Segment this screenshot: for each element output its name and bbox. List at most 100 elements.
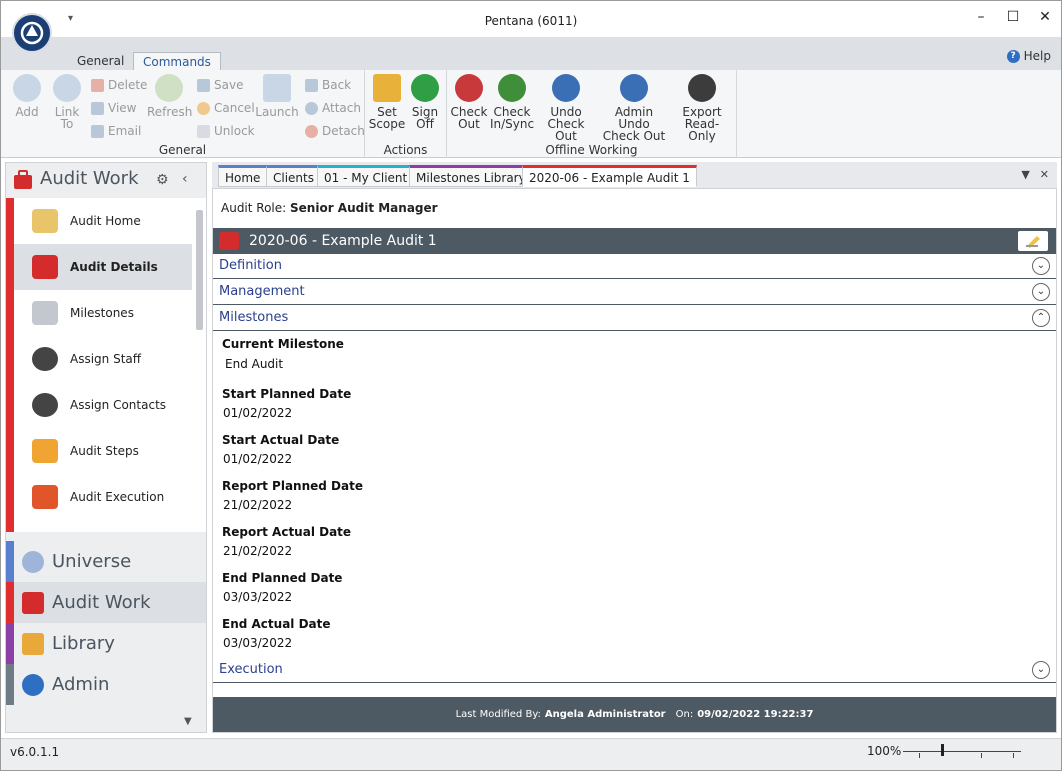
edit-button[interactable] (1018, 231, 1048, 251)
nav-item-audit-steps[interactable]: Audit Steps (14, 428, 192, 474)
edit-icon (1026, 236, 1040, 248)
link-icon (53, 74, 81, 102)
view-button[interactable]: View (91, 99, 136, 117)
end-planned-date-label: End Planned Date (222, 571, 343, 585)
section-management[interactable]: Management ⌄ (213, 280, 1056, 305)
end-planned-date-value: 03/03/2022 (223, 590, 293, 604)
ribbon: Add Link To Delete View Email Refresh Sa… (1, 70, 737, 158)
audit-execution-icon (32, 485, 58, 509)
doc-tab-my-client[interactable]: 01 - My Client (317, 165, 415, 187)
tab-list-dropdown-icon[interactable]: ▼ (1021, 168, 1029, 181)
launch-button[interactable]: Launch (255, 74, 299, 118)
check-out-button[interactable]: Check Out (449, 74, 489, 130)
back-button[interactable]: Back (305, 76, 351, 94)
audit-title: 2020-06 - Example Audit 1 (249, 233, 437, 249)
set-scope-button[interactable]: Set Scope (367, 74, 407, 130)
admin-undo-check-out-button[interactable]: Admin Undo Check Out (599, 74, 669, 142)
title-bar: ▾ Pentana (6011) – ☐ ✕ (1, 1, 1061, 41)
detach-button[interactable]: Detach (305, 122, 365, 140)
doc-tab-clients[interactable]: Clients (266, 165, 321, 187)
nav-item-milestones[interactable]: Milestones (14, 290, 192, 336)
ribbon-tab-commands[interactable]: Commands (133, 52, 221, 72)
nav-section-admin[interactable]: Admin (6, 664, 206, 705)
chevron-down-icon[interactable]: ⌄ (1032, 283, 1050, 301)
audit-briefcase-icon (219, 232, 239, 250)
audit-role-value: Senior Audit Manager (290, 201, 438, 215)
report-actual-date-label: Report Actual Date (222, 525, 352, 539)
ribbon-tab-row: General Commands ? Help (1, 37, 1061, 72)
doc-tab-example-audit[interactable]: 2020-06 - Example Audit 1 (522, 165, 697, 187)
help-label: Help (1023, 49, 1051, 63)
more-sections-icon[interactable]: ▼ (184, 716, 192, 727)
close-tab-icon[interactable]: ✕ (1040, 168, 1049, 181)
refresh-button[interactable]: Refresh (147, 74, 192, 118)
attach-button[interactable]: Attach (305, 99, 361, 117)
chevron-up-icon[interactable]: ⌃ (1032, 309, 1050, 327)
nav-item-audit-home[interactable]: Audit Home (14, 198, 192, 244)
doc-tab-milestones-library[interactable]: Milestones Library (409, 165, 533, 187)
add-icon (13, 74, 41, 102)
audit-role: Audit Role: Senior Audit Manager (221, 201, 438, 215)
report-planned-date-value: 21/02/2022 (223, 498, 293, 512)
nav-header: Audit Work ⚙ ‹ (6, 163, 206, 197)
home-icon (32, 209, 58, 233)
email-button[interactable]: Email (91, 122, 141, 140)
document-tab-bar: Home Clients 01 - My Client Milestones L… (212, 162, 1057, 188)
attach-icon (305, 101, 318, 115)
chevron-down-icon[interactable]: ⌄ (1032, 661, 1050, 679)
end-actual-date-label: End Actual Date (222, 617, 331, 631)
unlock-button[interactable]: Unlock (197, 122, 255, 140)
unlock-icon (197, 124, 210, 138)
zoom-tick (981, 753, 982, 758)
nav-scrollbar[interactable] (194, 200, 204, 530)
nav-list-accent (6, 198, 14, 532)
zoom-tick (1013, 753, 1014, 758)
nav-item-audit-execution[interactable]: Audit Execution (14, 474, 192, 520)
ribbon-tab-general[interactable]: General (68, 52, 133, 72)
cancel-icon (197, 101, 210, 115)
nav-section-list: Universe Audit Work Library Admin (6, 541, 206, 705)
section-accent (6, 541, 14, 582)
link-to-button[interactable]: Link To (47, 74, 87, 130)
section-definition[interactable]: Definition ⌄ (213, 254, 1056, 279)
undo-check-out-button[interactable]: Undo Check Out (537, 74, 595, 142)
nav-section-audit-work[interactable]: Audit Work (6, 582, 206, 623)
last-modified-label: Last Modified By: (455, 709, 541, 720)
save-icon (197, 78, 210, 92)
sign-off-button[interactable]: Sign Off (405, 74, 445, 130)
zoom-slider[interactable] (903, 751, 1021, 752)
nav-item-assign-contacts[interactable]: Assign Contacts (14, 382, 192, 428)
delete-button[interactable]: Delete (91, 76, 147, 94)
nav-item-assign-staff[interactable]: Assign Staff (14, 336, 192, 382)
help-link[interactable]: ? Help (1006, 49, 1051, 63)
launch-icon (263, 74, 291, 102)
delete-icon (91, 78, 104, 92)
audit-steps-icon (32, 439, 58, 463)
nav-scrollbar-thumb[interactable] (196, 210, 203, 330)
start-planned-date-value: 01/02/2022 (223, 406, 293, 420)
cancel-button[interactable]: Cancel (197, 99, 255, 117)
collapse-pane-icon[interactable]: ‹ (182, 171, 188, 187)
export-read-only-button[interactable]: Export Read-Only (673, 74, 731, 142)
nav-section-universe[interactable]: Universe (6, 541, 206, 582)
check-in-sync-button[interactable]: Check In/Sync (489, 74, 535, 130)
ribbon-group-offline: Check Out Check In/Sync Undo Check Out A… (447, 70, 737, 158)
zoom-slider-thumb[interactable] (940, 744, 944, 756)
section-execution[interactable]: Execution ⌄ (213, 658, 1056, 683)
section-milestones[interactable]: Milestones ⌃ (213, 306, 1056, 331)
minimize-button[interactable]: – (973, 9, 989, 29)
close-button[interactable]: ✕ (1037, 9, 1053, 29)
save-button[interactable]: Save (197, 76, 243, 94)
ribbon-empty-area (737, 70, 1061, 158)
email-icon (91, 124, 104, 138)
chevron-down-icon[interactable]: ⌄ (1032, 257, 1050, 275)
modified-on-label: On: (675, 709, 694, 720)
add-button[interactable]: Add (7, 74, 47, 118)
nav-section-library[interactable]: Library (6, 623, 206, 664)
gear-icon[interactable]: ⚙ (156, 172, 169, 188)
maximize-button[interactable]: ☐ (1005, 9, 1021, 29)
app-logo-icon[interactable] (12, 13, 52, 53)
doc-tab-home[interactable]: Home (218, 165, 268, 187)
nav-item-audit-details[interactable]: Audit Details (14, 244, 192, 290)
set-scope-icon (373, 74, 401, 102)
